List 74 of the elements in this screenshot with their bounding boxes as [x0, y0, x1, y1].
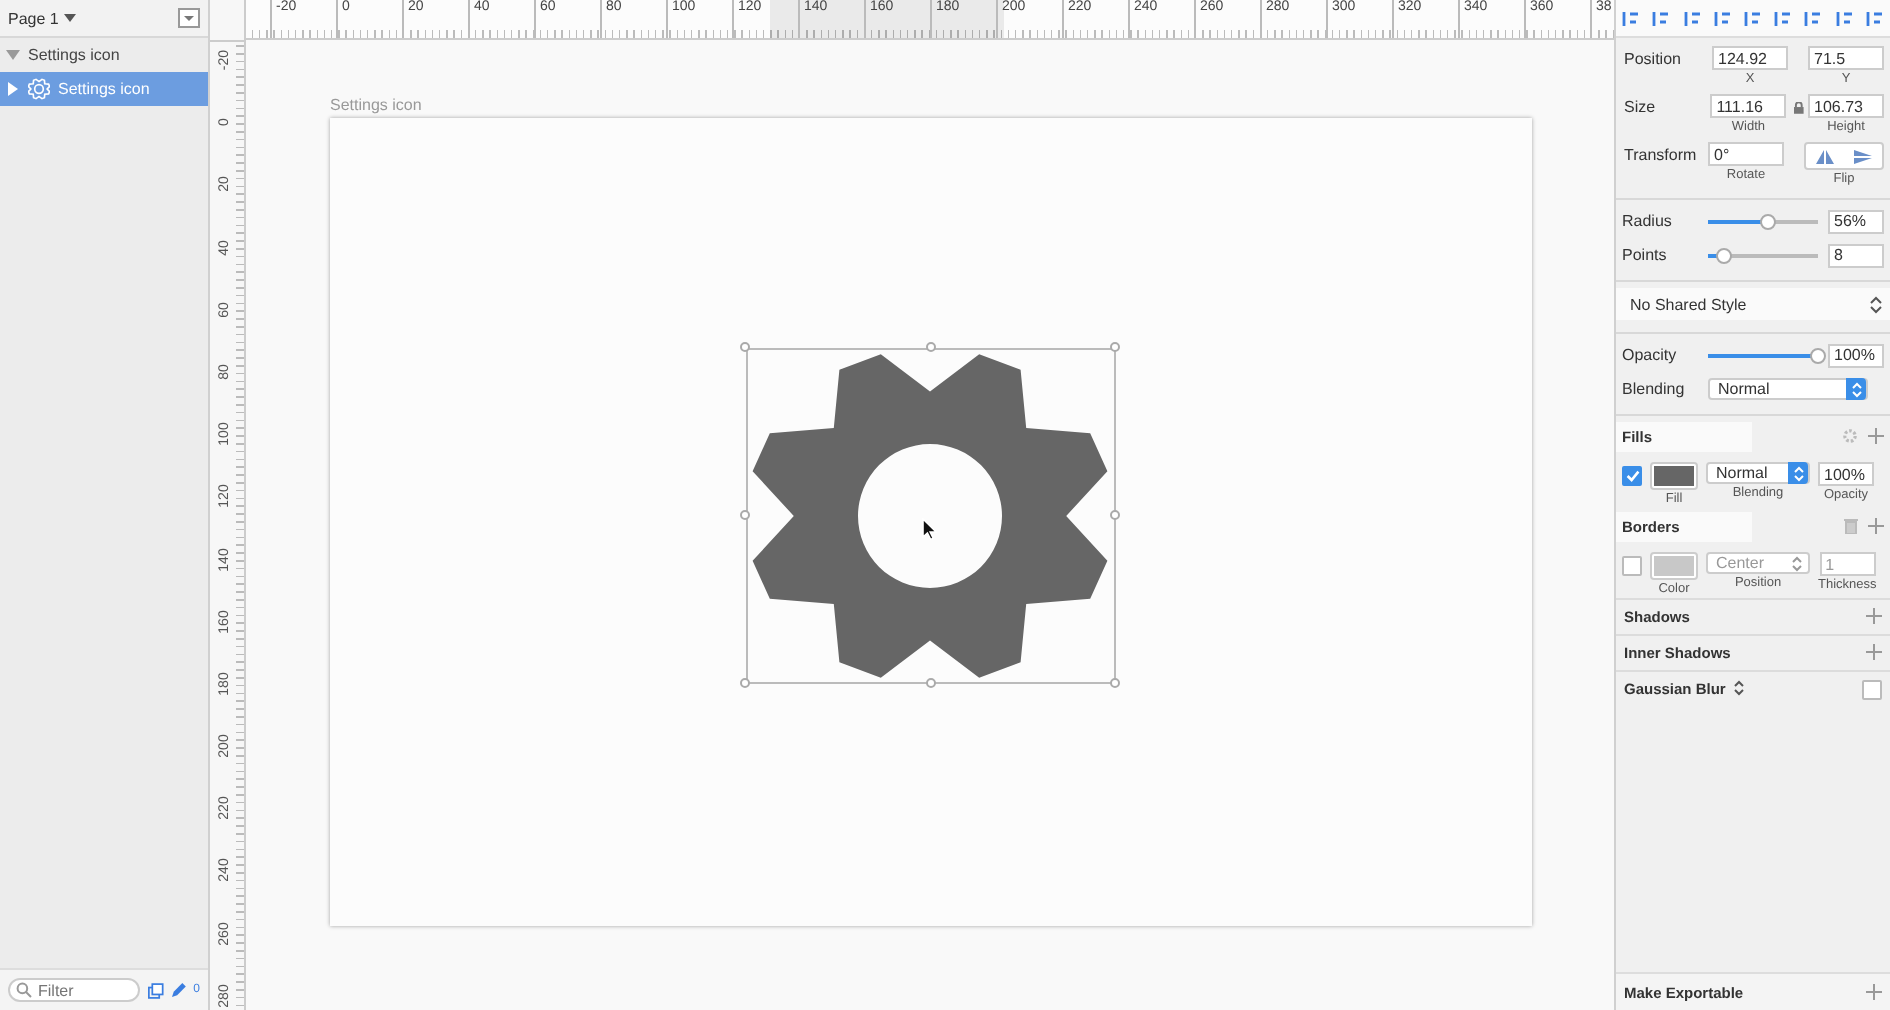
slider-thumb[interactable] — [1760, 213, 1777, 229]
plus-icon[interactable] — [1868, 428, 1884, 444]
layer-name: Settings icon — [58, 80, 150, 98]
field-label: Size — [1624, 96, 1658, 116]
plus-icon[interactable] — [1866, 608, 1882, 624]
disclosure-icon[interactable] — [6, 82, 20, 96]
stepper-icon — [1870, 295, 1882, 313]
height-field[interactable]: 106.73 — [1808, 94, 1884, 118]
plus-icon[interactable] — [1866, 984, 1882, 1000]
search-icon — [16, 982, 32, 998]
blending-dropdown[interactable]: Normal — [1708, 378, 1868, 400]
collapse-icon[interactable] — [178, 8, 200, 28]
checkbox[interactable] — [1622, 466, 1642, 486]
flip-vertical-icon[interactable] — [1854, 149, 1872, 163]
slider-thumb[interactable] — [1715, 247, 1732, 263]
disclosure-icon[interactable] — [6, 48, 20, 62]
slider-thumb[interactable] — [1810, 347, 1826, 363]
slider-value-field[interactable]: 100% — [1828, 343, 1884, 367]
y-field[interactable]: 71.5 — [1808, 46, 1884, 70]
resize-handle[interactable] — [925, 678, 935, 688]
checkbox[interactable] — [1862, 680, 1882, 700]
color-swatch[interactable] — [1650, 552, 1698, 580]
pencil-icon[interactable] — [171, 982, 186, 998]
width-field[interactable]: 111.16 — [1710, 94, 1787, 118]
gear-icon — [28, 78, 50, 100]
rotate-field[interactable]: 0° — [1708, 142, 1784, 166]
field-label: Position — [1624, 48, 1683, 68]
flip-horizontal-icon[interactable] — [1816, 149, 1834, 163]
opacity-field[interactable]: 100% — [1818, 462, 1874, 486]
copy-icon[interactable] — [148, 981, 164, 999]
stepper-icon — [1792, 555, 1802, 571]
align-icon[interactable] — [1743, 9, 1762, 27]
plus-icon[interactable] — [1868, 518, 1884, 534]
cursor-icon — [922, 518, 938, 540]
align-icon[interactable] — [1713, 9, 1732, 27]
resize-handle[interactable] — [1110, 678, 1120, 688]
gear-icon[interactable] — [1842, 428, 1858, 444]
slider-value-field[interactable]: 56% — [1828, 209, 1884, 233]
align-icon[interactable] — [1804, 9, 1823, 27]
field-label: Blending — [1622, 380, 1687, 398]
field-label: Transform — [1624, 144, 1699, 164]
blending-dropdown[interactable]: Normal — [1706, 462, 1810, 484]
checkbox[interactable] — [1622, 556, 1642, 576]
page-selector[interactable]: Page 1 — [8, 9, 59, 27]
align-icon[interactable] — [1683, 9, 1702, 27]
resize-handle[interactable] — [740, 342, 750, 352]
align-icon[interactable] — [1865, 9, 1884, 27]
x-field[interactable]: 124.92 — [1712, 46, 1788, 70]
layer-name: Settings icon — [28, 46, 120, 64]
slider-label: Opacity — [1622, 346, 1679, 364]
align-icon[interactable] — [1652, 9, 1671, 27]
plus-icon[interactable] — [1866, 644, 1882, 660]
stepper-icon — [1793, 465, 1803, 481]
resize-handle[interactable] — [740, 678, 750, 688]
slider-label: Radius — [1622, 212, 1674, 230]
shared-style-dropdown[interactable]: No Shared Style — [1616, 288, 1890, 320]
stepper-icon — [1733, 680, 1744, 696]
align-icon[interactable] — [1774, 9, 1793, 27]
caret-icon — [64, 14, 77, 22]
resize-handle[interactable] — [1110, 510, 1120, 520]
stepper-icon — [1851, 381, 1861, 397]
resize-handle[interactable] — [1110, 342, 1120, 352]
layer-row[interactable]: Settings icon — [0, 38, 208, 72]
align-icon[interactable] — [1622, 9, 1641, 27]
resize-handle[interactable] — [925, 342, 935, 352]
align-icon[interactable] — [1835, 9, 1854, 27]
resize-handle[interactable] — [740, 510, 750, 520]
flip-control[interactable] — [1804, 142, 1884, 170]
slider-value-field[interactable]: 8 — [1828, 243, 1884, 267]
lock-icon[interactable] — [1794, 102, 1804, 114]
trash-icon[interactable] — [1844, 518, 1858, 534]
color-swatch[interactable] — [1650, 462, 1698, 490]
filter-field[interactable]: Filter — [8, 978, 140, 1002]
slider-label: Points — [1622, 246, 1669, 264]
